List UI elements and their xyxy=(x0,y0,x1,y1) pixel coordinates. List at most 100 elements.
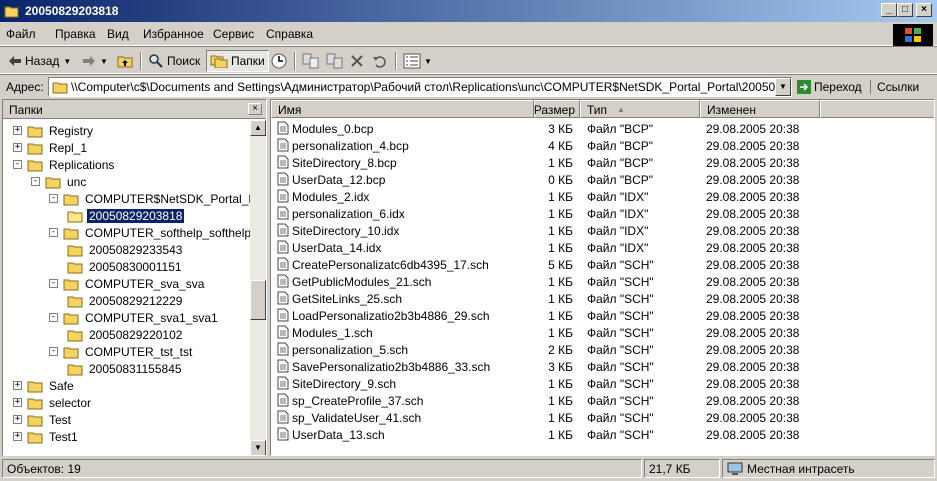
tree-item[interactable]: + Safe xyxy=(13,377,76,394)
search-button[interactable]: Поиск xyxy=(148,50,200,72)
file-row[interactable]: GetPublicModules_21.sch 1 КБ Файл "SCH" 29.… xyxy=(271,273,934,290)
collapse-icon[interactable]: - xyxy=(31,177,40,186)
tree-item[interactable]: 20050831155845 xyxy=(67,360,184,377)
tree-item[interactable]: + Registry xyxy=(13,122,95,139)
up-folder-button[interactable] xyxy=(117,50,133,72)
expand-icon[interactable]: + xyxy=(13,398,22,407)
minimize-button[interactable]: _ xyxy=(881,3,897,17)
file-row[interactable]: personalization_6.idx 1 КБ Файл "IDX" 29.08… xyxy=(271,205,934,222)
tree-item[interactable]: - COMPUTER_sva_sva xyxy=(49,275,206,292)
tree-item[interactable]: + selector xyxy=(13,394,93,411)
forward-dropdown-icon[interactable]: ▼ xyxy=(100,57,108,66)
expand-icon[interactable]: + xyxy=(13,143,22,152)
views-dropdown-icon[interactable]: ▼ xyxy=(424,57,432,66)
menu-edit[interactable]: Правка xyxy=(55,27,96,41)
tree-item[interactable]: + Test xyxy=(13,411,73,428)
collapse-icon[interactable]: - xyxy=(13,160,22,169)
history-button[interactable] xyxy=(270,50,288,72)
column-header-modified[interactable]: Изменен xyxy=(700,100,820,118)
file-row[interactable]: Modules_0.bcp 3 КБ Файл "BCP" 29.08.2005 20… xyxy=(271,120,934,137)
address-input[interactable]: \\Computer\c$\Documents and Settings\Адм… xyxy=(48,77,792,97)
column-header-type[interactable]: Тип ▲ xyxy=(580,100,700,118)
maximize-button[interactable]: □ xyxy=(897,3,913,17)
go-button[interactable]: Переход xyxy=(797,78,862,96)
expand-icon[interactable]: + xyxy=(13,126,22,135)
file-size: 2 КБ xyxy=(548,343,573,357)
menu-help[interactable]: Справка xyxy=(266,27,313,41)
expand-icon[interactable]: + xyxy=(13,415,22,424)
file-type: Файл "BCP" xyxy=(587,156,654,170)
address-dropdown-icon[interactable]: ▼ xyxy=(775,78,791,96)
file-row[interactable]: UserData_12.bcp 0 КБ Файл "BCP" 29.08.2005 … xyxy=(271,171,934,188)
menu-file[interactable]: Файл xyxy=(6,27,36,41)
scroll-down-icon[interactable]: ▼ xyxy=(250,440,266,455)
folder-icon xyxy=(67,262,83,273)
copy-to-button[interactable] xyxy=(326,50,344,72)
menu-view[interactable]: Вид xyxy=(107,27,129,41)
folders-button[interactable]: Папки xyxy=(206,50,269,72)
move-to-button[interactable] xyxy=(302,50,320,72)
column-header-size[interactable]: Размер xyxy=(534,100,580,118)
tree-item[interactable]: - COMPUTER$NetSDK_Portal_Portal xyxy=(49,190,266,207)
forward-button[interactable]: ▼ xyxy=(82,50,108,72)
folder-icon xyxy=(45,177,61,188)
links-button[interactable]: Ссылки xyxy=(870,80,919,94)
back-dropdown-icon[interactable]: ▼ xyxy=(63,57,71,66)
close-icon[interactable]: × xyxy=(248,103,262,115)
file-row[interactable]: SiteDirectory_8.bcp 1 КБ Файл "BCP" 29.08.2… xyxy=(271,154,934,171)
toolbar-separator xyxy=(395,52,397,70)
file-row[interactable]: SiteDirectory_9.sch 1 КБ Файл "SCH" 29.08.2… xyxy=(271,375,934,392)
tree-item[interactable]: 20050830001151 xyxy=(67,258,184,275)
folder-icon xyxy=(63,313,79,324)
delete-button[interactable] xyxy=(350,50,364,72)
undo-button[interactable] xyxy=(372,50,388,72)
tree-item[interactable]: 20050829233543 xyxy=(67,241,184,258)
file-row[interactable]: CreatePersonalizatc6db4395_17.sch 5 КБ Фай… xyxy=(271,256,934,273)
tree-item[interactable]: 20050829220102 xyxy=(67,326,184,343)
tree-item[interactable]: + Repl_1 xyxy=(13,139,89,156)
file-modified: 29.08.2005 20:38 xyxy=(706,292,800,306)
tree-item[interactable]: - COMPUTER_sva1_sva1 xyxy=(49,309,220,326)
tree-item[interactable]: - unc xyxy=(31,173,88,190)
file-row[interactable]: SavePersonalizatio2b3b4886_33.sch 3 КБ Фай… xyxy=(271,358,934,375)
tree-item[interactable]: - COMPUTER_softhelp_softhelp xyxy=(49,224,253,241)
menu-tools[interactable]: Сервис xyxy=(213,27,254,41)
expand-icon[interactable]: + xyxy=(13,432,22,441)
file-row[interactable]: UserData_14.idx 1 КБ Файл "IDX" 29.08.2005 … xyxy=(271,239,934,256)
file-type: Файл "IDX" xyxy=(587,224,649,238)
file-row[interactable]: SiteDirectory_10.idx 1 КБ Файл "IDX" 29.08.… xyxy=(271,222,934,239)
tree-scrollbar[interactable]: ▲ ▼ xyxy=(250,120,266,455)
file-row[interactable]: Modules_2.idx 1 КБ Файл "IDX" 29.08.2005 20… xyxy=(271,188,934,205)
expand-icon[interactable]: + xyxy=(13,381,22,390)
tree-item[interactable]: 20050829212229 xyxy=(67,292,184,309)
close-button[interactable]: × xyxy=(916,3,932,17)
scroll-thumb[interactable] xyxy=(250,280,266,320)
tree-item[interactable]: 20050829203818 xyxy=(67,207,186,224)
file-row[interactable]: personalization_5.sch 2 КБ Файл "SCH" 29.08… xyxy=(271,341,934,358)
back-button[interactable]: Назад ▼ xyxy=(8,50,71,72)
views-button[interactable]: ▼ xyxy=(403,50,432,72)
collapse-icon[interactable]: - xyxy=(49,313,58,322)
file-row[interactable]: sp_CreateProfile_37.sch 1 КБ Файл "SCH" 29.… xyxy=(271,392,934,409)
file-row[interactable]: LoadPersonalizatio2b3b4886_29.sch 1 КБ Фай… xyxy=(271,307,934,324)
collapse-icon[interactable]: - xyxy=(49,194,58,203)
file-name: personalization_6.idx xyxy=(292,207,405,221)
collapse-icon[interactable]: - xyxy=(49,347,58,356)
file-row[interactable]: personalization_4.bcp 4 КБ Файл "BCP" 29.08… xyxy=(271,137,934,154)
tree-item[interactable]: - COMPUTER_tst_tst xyxy=(49,343,194,360)
tree-item[interactable]: - Replications xyxy=(13,156,116,173)
tree-item[interactable]: + Test1 xyxy=(13,428,80,445)
tree-item-label: Replications xyxy=(49,157,115,172)
tree-item-label: 20050829220102 xyxy=(89,327,183,342)
collapse-icon[interactable]: - xyxy=(49,228,58,237)
file-row[interactable]: Modules_1.sch 1 КБ Файл "SCH" 29.08.2005 20… xyxy=(271,324,934,341)
file-row[interactable]: GetSiteLinks_25.sch 1 КБ Файл "SCH" 29.08.2… xyxy=(271,290,934,307)
folder-icon xyxy=(67,211,83,222)
scroll-up-icon[interactable]: ▲ xyxy=(250,120,266,136)
file-row[interactable]: sp_ValidateUser_41.sch 1 КБ Файл "SCH" 29.0… xyxy=(271,409,934,426)
column-header-name[interactable]: Имя xyxy=(271,100,534,118)
collapse-icon[interactable]: - xyxy=(49,279,58,288)
file-row[interactable]: UserData_13.sch 1 КБ Файл "SCH" 29.08.2005 … xyxy=(271,426,934,443)
file-type: Файл "SCH" xyxy=(587,428,654,442)
menu-favorites[interactable]: Избранное xyxy=(143,27,204,41)
